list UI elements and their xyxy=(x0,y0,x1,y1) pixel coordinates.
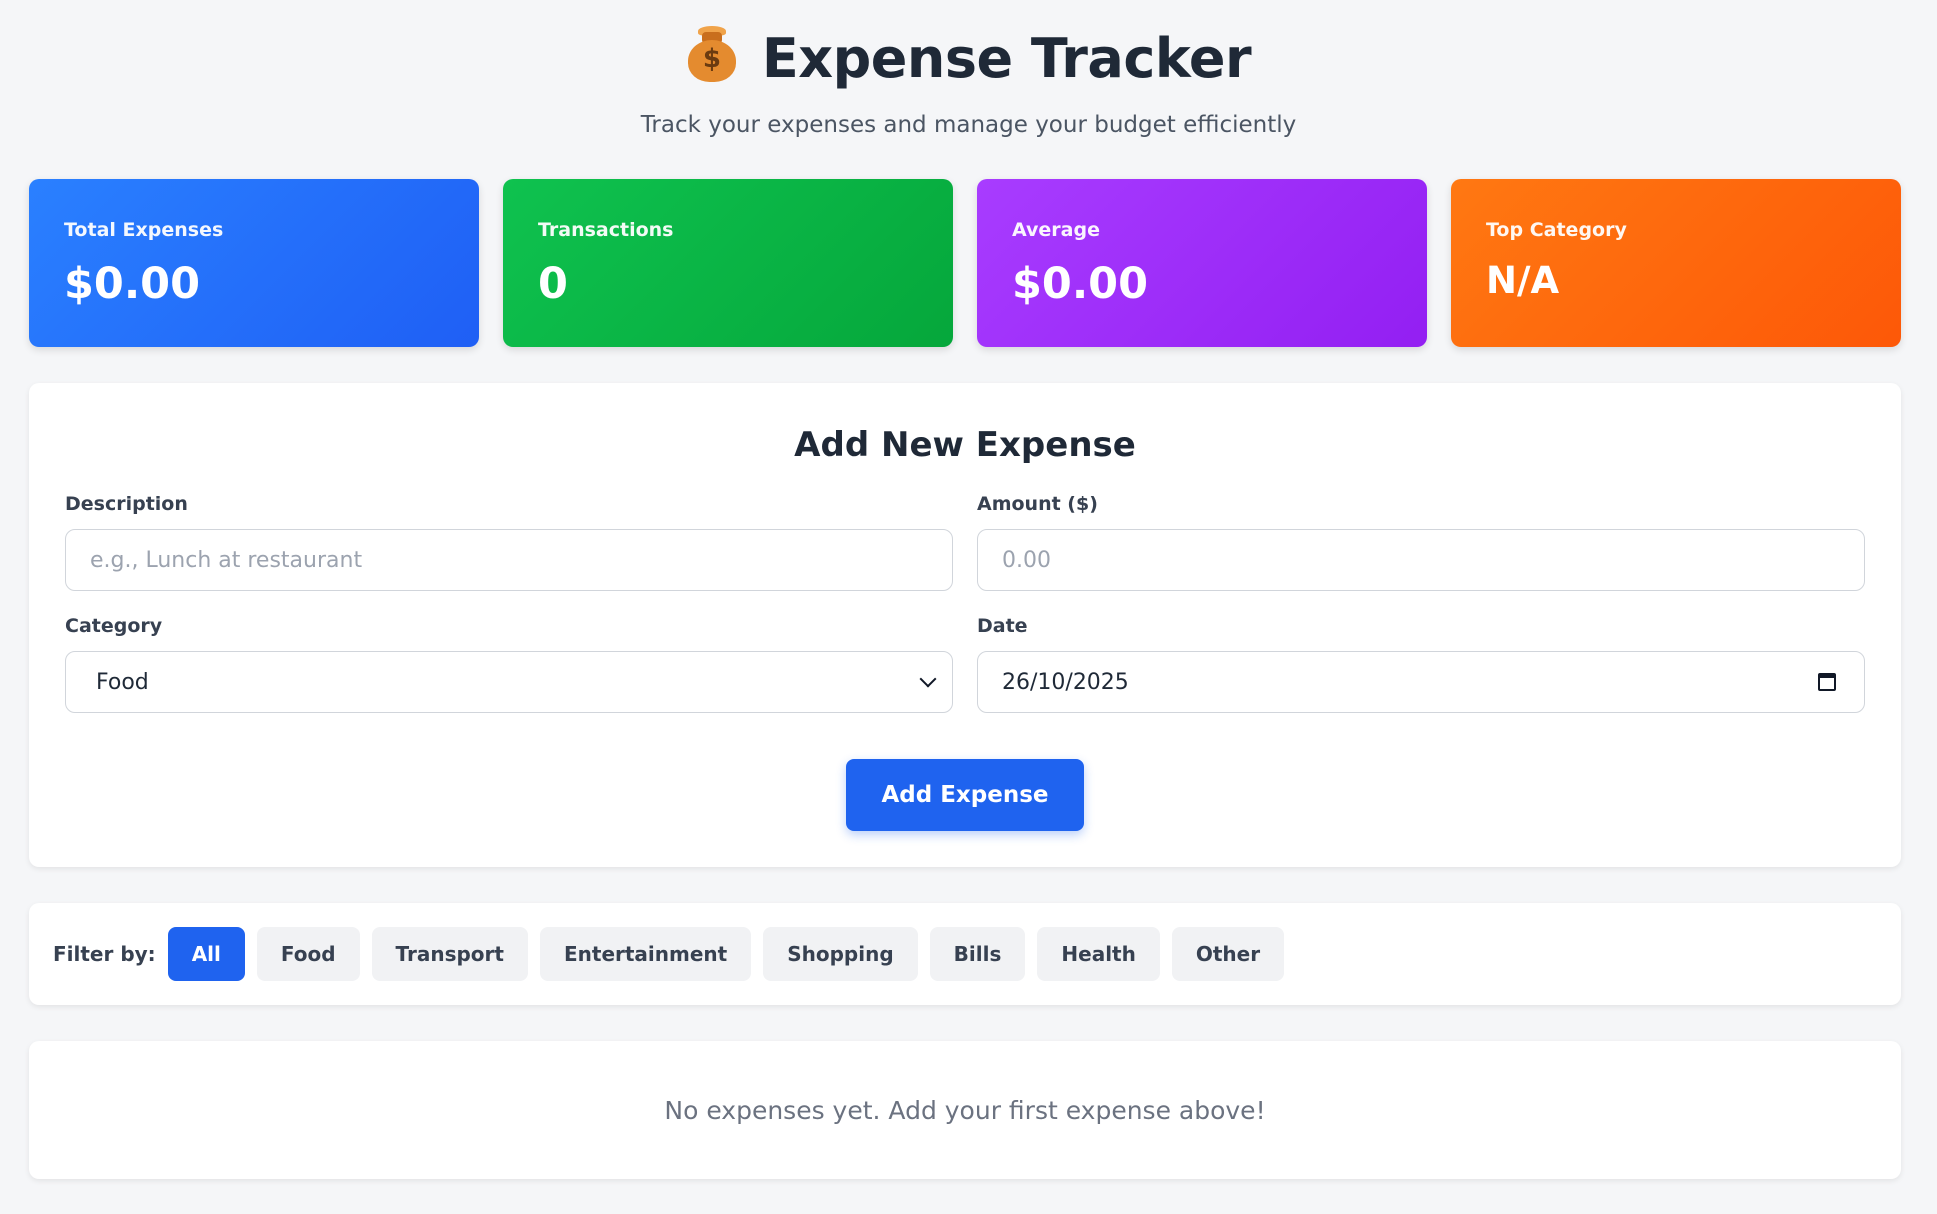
stat-card-total-expenses: Total Expenses $0.00 xyxy=(29,179,479,347)
title-row: $ Expense Tracker xyxy=(0,20,1937,96)
filter-chip-bills[interactable]: Bills xyxy=(929,927,1026,981)
filter-chip-health[interactable]: Health xyxy=(1037,927,1160,981)
amount-label: Amount ($) xyxy=(977,493,1098,515)
description-label: Description xyxy=(65,493,188,515)
amount-input[interactable]: 0.00 xyxy=(977,529,1865,591)
filter-chip-entertainment[interactable]: Entertainment xyxy=(539,927,752,981)
form-title: Add New Expense xyxy=(794,425,1136,465)
expense-tracker-page: $ Expense Tracker Track your expenses an… xyxy=(0,0,1937,1214)
stat-label: Transactions xyxy=(538,219,674,241)
filter-chip-shopping[interactable]: Shopping xyxy=(763,927,918,981)
date-input[interactable]: 26/10/2025 xyxy=(977,651,1865,713)
date-field-group: Date 26/10/2025 xyxy=(977,615,1865,713)
stat-value: N/A xyxy=(1486,259,1560,302)
stat-value: 0 xyxy=(538,259,568,309)
category-label: Category xyxy=(65,615,163,637)
amount-field-group: Amount ($) 0.00 xyxy=(977,493,1865,591)
stat-card-average: Average $0.00 xyxy=(977,179,1427,347)
filter-chip-food[interactable]: Food xyxy=(256,927,360,981)
stat-label: Average xyxy=(1012,219,1100,241)
stat-label: Total Expenses xyxy=(64,219,224,241)
description-field-group: Description e.g., Lunch at restaurant xyxy=(65,493,953,591)
form-grid: Description e.g., Lunch at restaurant Am… xyxy=(65,493,1865,713)
filter-chip-other[interactable]: Other xyxy=(1171,927,1285,981)
stat-value: $0.00 xyxy=(1012,259,1149,309)
page-subtitle: Track your expenses and manage your budg… xyxy=(640,112,1297,138)
filter-chip-all[interactable]: All xyxy=(167,927,245,981)
description-input[interactable]: e.g., Lunch at restaurant xyxy=(65,529,953,591)
calendar-icon[interactable] xyxy=(1818,673,1836,691)
chevron-down-icon xyxy=(919,670,937,688)
filter-bar: Filter by: All Food Transport Entertainm… xyxy=(29,903,1901,1005)
date-label: Date xyxy=(977,615,1028,637)
category-select[interactable]: Food xyxy=(65,651,953,713)
stat-label: Top Category xyxy=(1486,219,1627,241)
stat-card-transactions: Transactions 0 xyxy=(503,179,953,347)
empty-state-message: No expenses yet. Add your first expense … xyxy=(664,1095,1266,1125)
add-expense-form: Add New Expense Description e.g., Lunch … xyxy=(29,383,1901,867)
stat-card-top-category: Top Category N/A xyxy=(1451,179,1901,347)
money-bag-icon: $ xyxy=(686,25,738,91)
category-field-group: Category Food xyxy=(65,615,953,713)
filter-label: Filter by: xyxy=(53,942,156,966)
filter-chip-transport[interactable]: Transport xyxy=(371,927,528,981)
stat-value: $0.00 xyxy=(64,259,201,309)
page-title: Expense Tracker xyxy=(761,26,1252,90)
stats-row: Total Expenses $0.00 Transactions 0 Aver… xyxy=(29,179,1901,347)
date-value: 26/10/2025 xyxy=(1002,669,1129,695)
expense-list: No expenses yet. Add your first expense … xyxy=(29,1041,1901,1179)
header: $ Expense Tracker Track your expenses an… xyxy=(0,20,1937,138)
category-selected-value: Food xyxy=(96,669,149,695)
add-expense-button[interactable]: Add Expense xyxy=(846,759,1084,831)
